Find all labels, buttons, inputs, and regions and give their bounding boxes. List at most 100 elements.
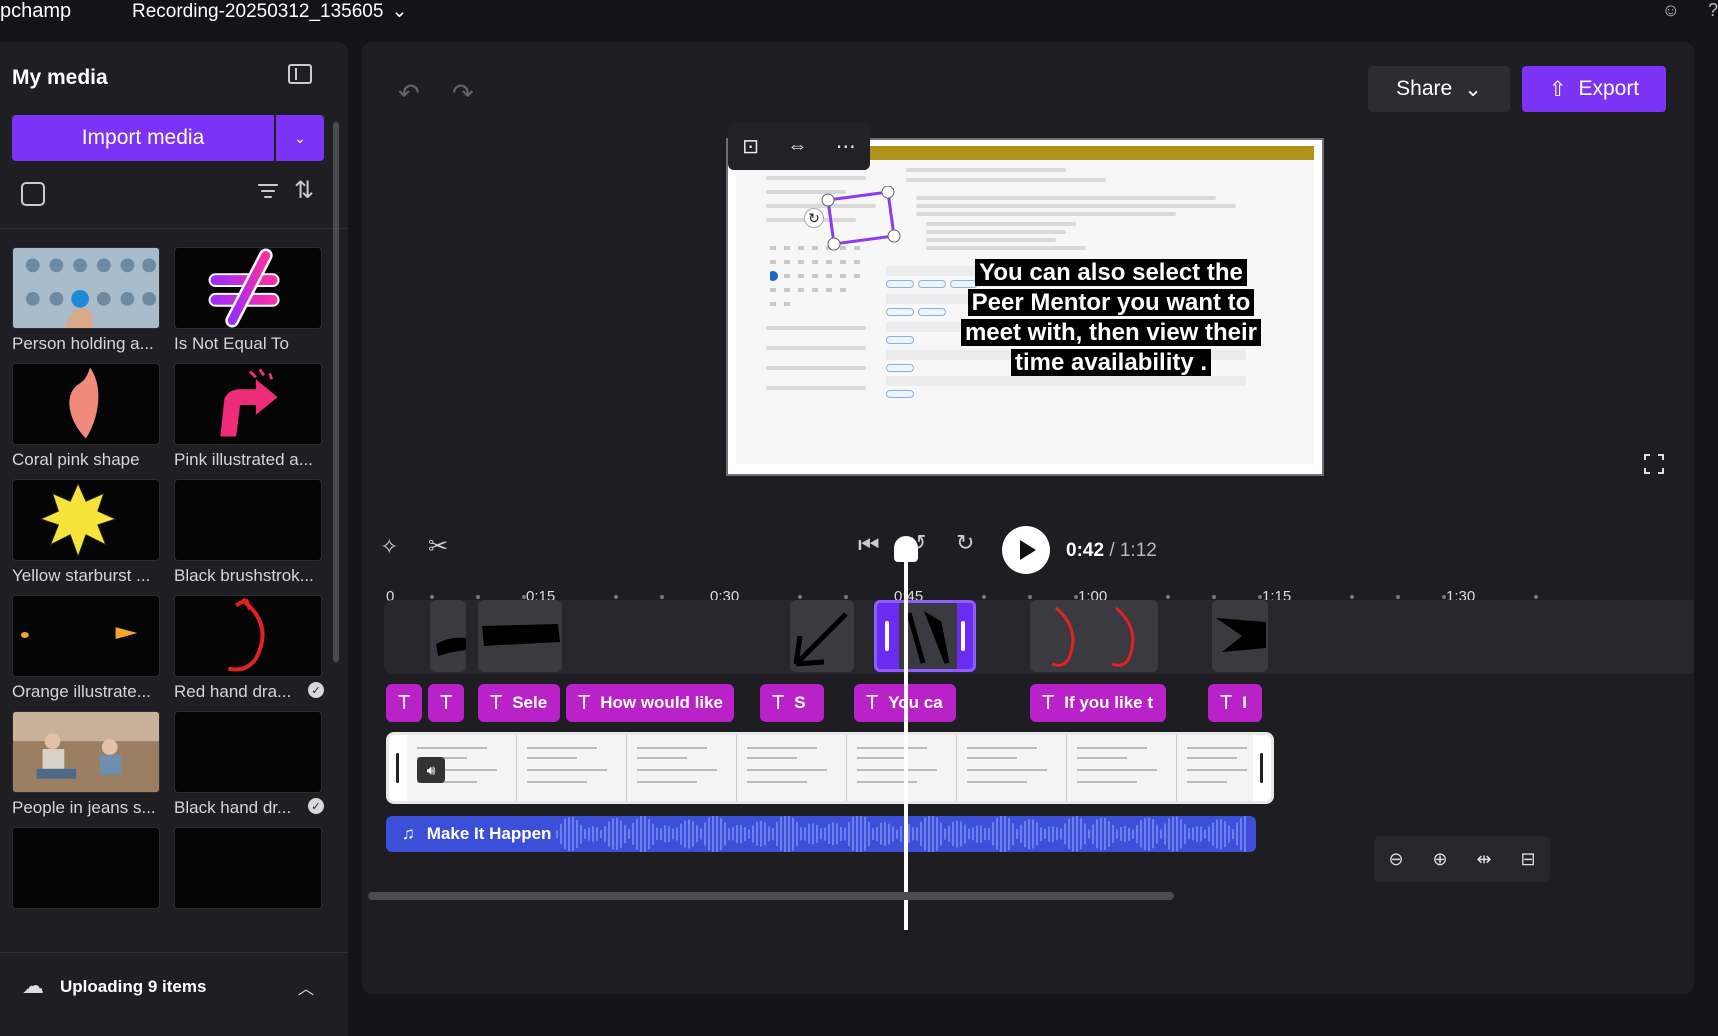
media-item[interactable]: Pink illustrated a...	[174, 363, 322, 470]
added-check-icon: ✓	[308, 682, 324, 698]
sticker-clip[interactable]	[1030, 600, 1158, 672]
media-panel: My media Import media ⌄ ⇅ Person holding…	[0, 42, 348, 1036]
chevron-down-icon: ⌄	[391, 1, 408, 22]
text-clip[interactable]: T How would like	[566, 684, 734, 722]
sparkle-icon[interactable]: ✧	[380, 534, 398, 560]
text-icon: T	[1042, 691, 1055, 714]
upload-status[interactable]: ☁ Uploading 9 items ︿	[0, 952, 348, 1036]
crop-icon[interactable]: ⊡	[742, 134, 759, 159]
media-item[interactable]: Orange illustrate...	[12, 595, 160, 702]
media-thumbnail	[12, 827, 160, 909]
play-button[interactable]	[1002, 526, 1050, 574]
title-bar: pchamp Recording-20250312_135605 ⌄ ☺ ?	[0, 0, 1718, 38]
panel-title: My media	[12, 66, 108, 89]
media-item-label: Black brushstrok...	[174, 566, 314, 585]
rotate-icon[interactable]: ↻	[804, 208, 824, 228]
text-icon: T	[772, 691, 785, 714]
audio-clip[interactable]: ♫ Make It Happen	[386, 816, 1256, 852]
scissors-icon[interactable]: ✂	[428, 532, 448, 561]
text-clip[interactable]: TI	[1208, 684, 1262, 722]
select-all-checkbox[interactable]	[21, 182, 45, 206]
media-item[interactable]: Red hand dra... ✓	[174, 595, 324, 702]
export-button[interactable]: ⇧ Export	[1522, 66, 1666, 112]
chevron-up-icon[interactable]: ︿	[298, 975, 314, 999]
text-clip[interactable]: T Sele	[478, 684, 560, 722]
text-clip[interactable]: T	[386, 684, 422, 722]
zoom-in-icon[interactable]: ⊕	[1432, 849, 1447, 870]
current-time: 0:42	[1066, 540, 1105, 561]
media-item[interactable]	[174, 827, 322, 909]
more-options-icon[interactable]: ⋯	[836, 134, 856, 159]
project-title-dropdown[interactable]: Recording-20250312_135605 ⌄	[132, 0, 407, 23]
collapse-panel-icon[interactable]	[288, 64, 312, 84]
help-icon[interactable]: ?	[1708, 0, 1718, 21]
sticker-clip[interactable]	[790, 600, 854, 672]
zoom-out-icon[interactable]: ⊖	[1388, 849, 1403, 870]
fit-to-width-icon[interactable]: ⇹	[1476, 849, 1491, 870]
upload-status-text: Uploading 9 items	[60, 977, 207, 996]
trim-handle-left[interactable]	[389, 735, 407, 801]
media-thumbnail	[174, 595, 322, 677]
playback-controls: ✧ ✂ ⏮ ↺ ↻ 0:42 / 1:12	[362, 520, 1694, 574]
volume-icon[interactable]: 🔊︎	[417, 757, 445, 783]
text-icon: T	[490, 691, 503, 714]
media-item[interactable]	[12, 827, 160, 909]
filter-icon[interactable]	[258, 182, 280, 202]
media-item-label: Red hand dra...	[174, 682, 292, 701]
share-label: Share	[1396, 77, 1453, 100]
media-item-label: Person holding a...	[12, 334, 154, 353]
media-thumbnail	[12, 595, 160, 677]
chevron-down-icon: ⌄	[1464, 77, 1482, 101]
timeline-scrollbar[interactable]	[368, 892, 1174, 900]
project-title: Recording-20250312_135605	[132, 0, 384, 22]
sort-icon[interactable]: ⇅	[294, 176, 314, 205]
music-note-icon: ♫	[402, 824, 415, 843]
media-thumbnail	[12, 247, 160, 329]
text-icon: T	[1220, 691, 1233, 714]
playhead-handle[interactable]	[894, 536, 918, 562]
forward-5-icon[interactable]: ↻	[956, 530, 974, 556]
app-name: pchamp	[0, 0, 72, 22]
flip-icon[interactable]: ⇔	[787, 135, 807, 158]
media-item[interactable]: Black brushstrok...	[174, 479, 322, 586]
media-item-label: Is Not Equal To	[174, 334, 289, 353]
fullscreen-icon[interactable]	[1644, 454, 1664, 474]
text-clip[interactable]: T	[428, 684, 464, 722]
import-media-button[interactable]: Import media	[12, 115, 274, 161]
playhead[interactable]	[904, 540, 908, 930]
redo-icon[interactable]: ↷	[452, 78, 474, 109]
text-clip[interactable]: TS	[760, 684, 824, 722]
media-item[interactable]: People in jeans s...	[12, 711, 160, 818]
media-item[interactable]: Is Not Equal To	[174, 247, 322, 354]
trim-handle-right[interactable]	[1253, 735, 1271, 801]
sticker-clip[interactable]	[478, 600, 562, 672]
undo-icon[interactable]: ↶	[398, 78, 420, 109]
account-icon[interactable]: ☺	[1662, 0, 1680, 21]
media-item-label: Coral pink shape	[12, 450, 140, 469]
caption-overlay[interactable]: You can also select the Peer Mentor you …	[956, 258, 1266, 378]
media-item[interactable]: Black hand dr... ✓	[174, 711, 324, 818]
editor-area: ↶ ↷ Share ⌄ ⇧ Export ↻ ⊡ ⇔ ⋯ You can als…	[362, 42, 1694, 994]
media-thumbnail	[12, 363, 160, 445]
skip-to-start-icon[interactable]: ⏮	[858, 532, 880, 560]
sticker-clip[interactable]	[1212, 600, 1268, 672]
text-clip[interactable]: T If you like t	[1030, 684, 1166, 722]
media-item[interactable]: Yellow starburst ...	[12, 479, 160, 586]
collapse-timeline-icon[interactable]: ⊟	[1520, 849, 1535, 870]
text-icon: T	[440, 691, 453, 714]
media-thumbnail	[174, 827, 322, 909]
media-item[interactable]: Person holding a...	[12, 247, 160, 354]
video-clip[interactable]: 🔊︎	[386, 732, 1274, 804]
media-item[interactable]: Coral pink shape	[12, 363, 160, 470]
share-button[interactable]: Share ⌄	[1368, 66, 1510, 112]
media-item-label: Pink illustrated a...	[174, 450, 313, 469]
text-icon: T	[866, 691, 879, 714]
media-scrollbar[interactable]	[333, 122, 339, 662]
import-dropdown-button[interactable]: ⌄	[276, 115, 324, 161]
sticker-clip[interactable]	[430, 600, 466, 672]
media-item-label: Black hand dr...	[174, 798, 292, 817]
sticker-track	[362, 600, 1694, 674]
cloud-upload-icon: ☁	[22, 973, 44, 998]
text-icon: T	[398, 691, 411, 714]
sticker-clip-selected[interactable]	[874, 600, 976, 672]
